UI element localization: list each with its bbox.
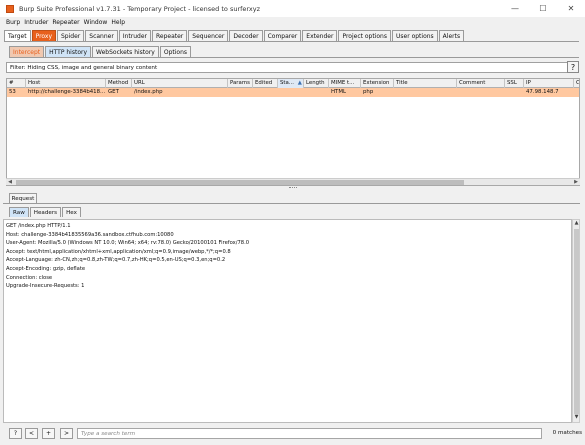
- scroll-right-icon[interactable]: ▶: [572, 179, 580, 186]
- scroll-up-icon[interactable]: ▲: [573, 220, 580, 228]
- request-line: Host: challenge-3384b41835569a36.sandbox…: [6, 231, 174, 238]
- proxy-tab-bar: Intercept HTTP history WebSockets histor…: [9, 46, 192, 57]
- tab-extender[interactable]: Extender: [302, 30, 338, 41]
- close-icon[interactable]: ✕: [557, 0, 585, 17]
- search-bar: ? < + > Type a search term 0 matches: [0, 425, 585, 445]
- col-status[interactable]: Sta... ▲: [278, 79, 304, 88]
- request-subtab-bar: Raw Headers Hex: [9, 207, 82, 217]
- cell-extension: php: [363, 89, 374, 95]
- tab-websockets-history[interactable]: WebSockets history: [92, 46, 159, 57]
- request-tab-divider: [3, 203, 580, 204]
- menu-burp[interactable]: Burp: [6, 19, 20, 26]
- col-extension[interactable]: Extension: [361, 79, 394, 88]
- tab-headers[interactable]: Headers: [29, 207, 62, 217]
- tab-request[interactable]: Request: [9, 193, 37, 203]
- filter-help-button[interactable]: ?: [567, 61, 579, 73]
- table-header: # Host Method URL Params Edited Sta... ▲…: [7, 79, 579, 88]
- col-ssl[interactable]: SSL: [505, 79, 524, 88]
- window-title: Burp Suite Professional v1.7.31 - Tempor…: [19, 4, 261, 13]
- col-edited[interactable]: Edited: [253, 79, 278, 88]
- proxy-tab-divider: [9, 57, 579, 58]
- tab-scanner[interactable]: Scanner: [85, 30, 118, 41]
- request-line: GET /index.php HTTP/1.1: [6, 223, 71, 229]
- menu-window[interactable]: Window: [84, 19, 108, 26]
- menu-help[interactable]: Help: [111, 19, 125, 26]
- tab-options[interactable]: Options: [159, 46, 192, 57]
- search-help-button[interactable]: ?: [9, 428, 22, 439]
- editor-vertical-scrollbar[interactable]: ▲ ▼: [572, 219, 580, 423]
- menu-bar: Burp Intruder Repeater Window Help: [0, 17, 585, 28]
- request-line: Upgrade-Insecure-Requests: 1: [6, 283, 85, 290]
- tab-repeater[interactable]: Repeater: [152, 30, 188, 41]
- col-host[interactable]: Host: [26, 79, 106, 88]
- search-input[interactable]: Type a search term: [77, 428, 542, 439]
- maximize-icon[interactable]: ☐: [529, 0, 557, 17]
- request-line: User-Agent: Mozilla/5.0 (Windows NT 10.0…: [6, 240, 250, 247]
- table-row[interactable]: 53 http://challenge-3384b418... GET /ind…: [7, 88, 579, 97]
- search-next-button[interactable]: >: [60, 428, 73, 439]
- col-method[interactable]: Method: [106, 79, 132, 88]
- cell-url: /index.php: [134, 89, 163, 95]
- minimize-icon[interactable]: —: [501, 0, 529, 17]
- tab-user-options[interactable]: User options: [391, 30, 438, 41]
- cell-number: 53: [9, 89, 16, 95]
- burp-window: Burp Suite Professional v1.7.31 - Tempor…: [0, 0, 585, 445]
- col-comment[interactable]: Comment: [457, 79, 505, 88]
- col-status-label: Sta...: [280, 80, 294, 86]
- col-mime-type[interactable]: MIME t...: [329, 79, 361, 88]
- request-editor[interactable]: GET /index.php HTTP/1.1 Host: challenge-…: [3, 219, 572, 423]
- menu-repeater[interactable]: Repeater: [52, 19, 79, 26]
- tab-spider[interactable]: Spider: [57, 30, 85, 41]
- menu-intruder[interactable]: Intruder: [24, 19, 48, 26]
- filter-text: Filter: Hiding CSS, image and general bi…: [10, 64, 158, 71]
- col-number[interactable]: #: [7, 79, 26, 88]
- sort-ascending-icon: ▲: [297, 80, 302, 86]
- tab-intercept[interactable]: Intercept: [9, 46, 45, 57]
- cell-ip: 47.98.148.7: [526, 89, 559, 95]
- search-options-button[interactable]: +: [42, 428, 55, 439]
- http-history-table: # Host Method URL Params Edited Sta... ▲…: [6, 78, 580, 186]
- request-line: Connection: close: [6, 274, 53, 281]
- tab-raw[interactable]: Raw: [9, 207, 29, 217]
- filter-bar[interactable]: Filter: Hiding CSS, image and general bi…: [6, 62, 572, 73]
- tab-project-options[interactable]: Project options: [338, 30, 391, 41]
- table-horizontal-scrollbar[interactable]: ◀ ▶: [6, 178, 580, 185]
- cell-host: http://challenge-3384b418...: [28, 89, 106, 95]
- tab-sequencer[interactable]: Sequencer: [188, 30, 229, 41]
- col-ip[interactable]: IP: [524, 79, 574, 88]
- burp-logo-icon: [6, 4, 14, 13]
- tab-proxy[interactable]: Proxy: [31, 30, 56, 41]
- tab-hex[interactable]: Hex: [62, 207, 81, 217]
- main-tab-divider: [4, 41, 579, 42]
- scrollbar-thumb[interactable]: [16, 180, 464, 185]
- scrollbar-thumb[interactable]: [574, 229, 579, 414]
- scroll-down-icon[interactable]: ▼: [573, 414, 580, 422]
- title-bar: Burp Suite Professional v1.7.31 - Tempor…: [0, 0, 585, 17]
- splitter-handle[interactable]: [289, 187, 297, 190]
- tab-alerts[interactable]: Alerts: [438, 30, 465, 41]
- col-length[interactable]: Length: [304, 79, 329, 88]
- request-line: Accept: text/html,application/xhtml+xml,…: [6, 248, 231, 255]
- tab-target[interactable]: Target: [4, 30, 31, 41]
- main-tab-bar: Target Proxy Spider Scanner Intruder Rep…: [4, 30, 465, 41]
- request-line: Accept-Language: zh-CN,zh;q=0.8,zh-TW;q=…: [6, 257, 226, 264]
- col-title[interactable]: Title: [394, 79, 457, 88]
- cell-mime: HTML: [331, 89, 347, 95]
- cell-method: GET: [108, 89, 119, 95]
- search-previous-button[interactable]: <: [25, 428, 38, 439]
- col-params[interactable]: Params: [228, 79, 253, 88]
- tab-http-history[interactable]: HTTP history: [45, 46, 92, 57]
- scroll-left-icon[interactable]: ◀: [6, 179, 14, 186]
- col-url[interactable]: URL: [132, 79, 228, 88]
- tab-intruder[interactable]: Intruder: [118, 30, 151, 41]
- tab-decoder[interactable]: Decoder: [229, 30, 263, 41]
- window-controls: — ☐ ✕: [501, 0, 585, 17]
- tab-comparer[interactable]: Comparer: [263, 30, 302, 41]
- request-line: Accept-Encoding: gzip, deflate: [6, 265, 86, 272]
- col-cookies[interactable]: C: [574, 79, 579, 88]
- match-count: 0 matches: [552, 430, 582, 436]
